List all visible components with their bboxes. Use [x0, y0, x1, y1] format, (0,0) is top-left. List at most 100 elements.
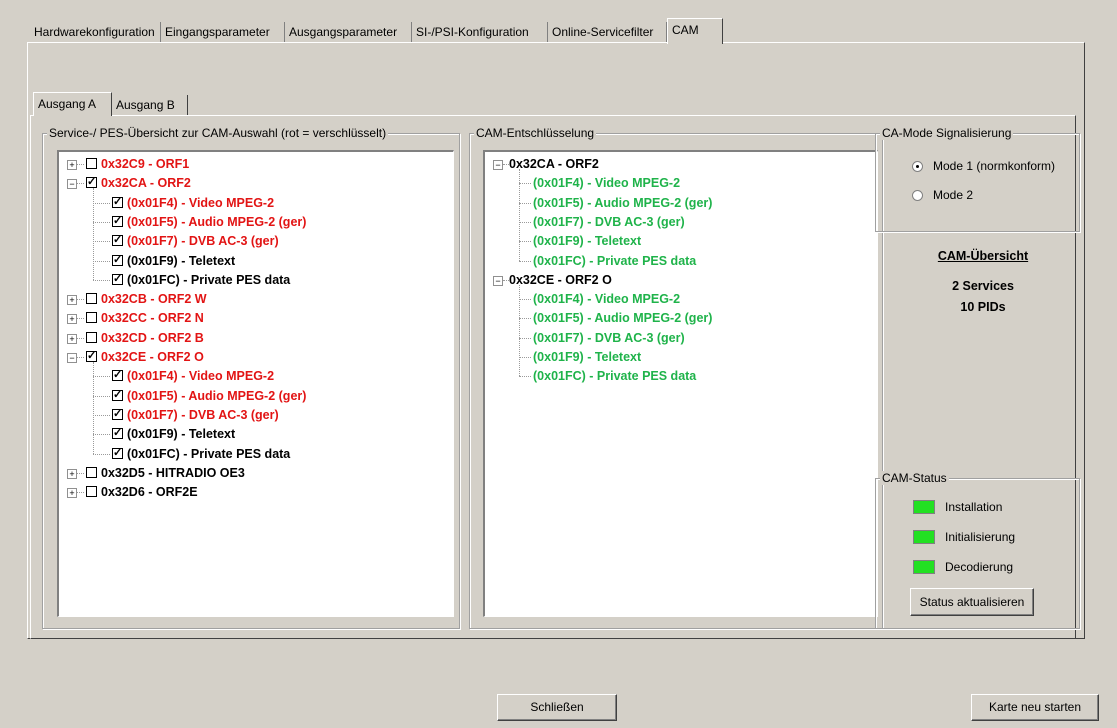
tree-connector — [77, 357, 84, 358]
tree-node-label: (0x01F5) - Audio MPEG-2 (ger) — [127, 388, 307, 403]
tree-pid-node[interactable]: (0x01F4) - Video MPEG-2 — [485, 174, 877, 193]
tree-pid-node[interactable]: ✓ (0x01F5) - Audio MPEG-2 (ger) — [59, 387, 453, 406]
tree-service-node[interactable]: +0x32D6 - ORF2E — [59, 483, 453, 502]
tree-service-node[interactable]: +0x32D5 - HITRADIO OE3 — [59, 464, 453, 483]
tree-connector — [93, 202, 110, 204]
tree-service-node[interactable]: −0x32CA - ORF2 — [485, 155, 877, 174]
tree-pid-node[interactable]: (0x01F5) - Audio MPEG-2 (ger) — [485, 309, 877, 328]
checkbox-checked[interactable]: ✓ — [112, 408, 123, 420]
tree-connector — [519, 318, 531, 320]
collapse-icon[interactable]: − — [67, 353, 77, 363]
expand-icon[interactable]: + — [67, 314, 77, 325]
expand-icon[interactable]: + — [67, 160, 77, 170]
close-button[interactable]: Schließen — [497, 694, 617, 721]
expand-icon[interactable]: + — [67, 333, 77, 344]
collapse-icon[interactable]: − — [493, 160, 503, 170]
collapse-icon[interactable]: − — [67, 179, 77, 190]
checkbox-checked[interactable]: ✓ — [112, 235, 123, 247]
restart-card-button[interactable]: Karte neu starten — [971, 694, 1099, 721]
checkbox-unchecked[interactable] — [86, 293, 97, 305]
tree-connector — [93, 241, 110, 243]
checkbox-checked[interactable]: ✓ — [112, 389, 123, 401]
checkbox-unchecked[interactable] — [86, 158, 97, 169]
checkbox-unchecked[interactable] — [86, 312, 97, 324]
expand-icon[interactable]: + — [67, 295, 77, 306]
tree-pid-node[interactable]: (0x01F7) - DVB AC-3 (ger) — [485, 329, 877, 348]
cam-decryption-title: CAM-Entschlüsselung — [474, 126, 597, 140]
status-refresh-button[interactable]: Status aktualisieren — [910, 588, 1034, 616]
checkbox-checked[interactable]: ✓ — [112, 370, 123, 382]
checkbox-checked[interactable]: ✓ — [112, 196, 123, 208]
ca-mode-group: CA-Mode Signalisierung — [875, 126, 1080, 232]
tree-node-label: (0x01F5) - Audio MPEG-2 (ger) — [127, 214, 307, 229]
tree-service-node[interactable]: +0x32C9 - ORF1 — [59, 155, 453, 174]
checkbox-checked[interactable]: ✓ — [86, 177, 97, 189]
checkbox-checked[interactable]: ✓ — [112, 215, 123, 227]
tree-connector — [519, 376, 531, 378]
radio-mode-2-button[interactable] — [912, 190, 923, 201]
tab-si-psi-konfiguration[interactable]: SI-/PSI-Konfiguration — [412, 22, 548, 42]
checkbox-checked[interactable]: ✓ — [112, 428, 123, 440]
tree-service-node[interactable]: − ✓ 0x32CA - ORF2 — [59, 174, 453, 193]
cam-tree[interactable]: −0x32CA - ORF2 (0x01F4) - Video MPEG-2 (0x… — [483, 150, 878, 617]
tree-pid-node[interactable]: ✓ (0x01FC) - Private PES data — [59, 445, 453, 464]
tree-pid-node[interactable]: (0x01F9) - Teletext — [485, 348, 877, 367]
tree-node-label: (0x01F4) - Video MPEG-2 — [533, 292, 681, 307]
tree-pid-node[interactable]: ✓ (0x01F4) - Video MPEG-2 — [59, 367, 453, 386]
tree-pid-node[interactable]: (0x01FC) - Private PES data — [485, 252, 877, 271]
checkbox-checked[interactable]: ✓ — [86, 351, 97, 362]
checkbox-checked[interactable]: ✓ — [112, 254, 123, 266]
tree-node-label: (0x01FC) - Private PES data — [533, 369, 697, 384]
tree-service-node[interactable]: −0x32CE - ORF2 O — [485, 271, 877, 290]
tab-cam[interactable]: CAM — [667, 18, 723, 44]
checkbox-unchecked[interactable] — [86, 486, 97, 498]
tree-node-label: 0x32CB - ORF2 W — [101, 292, 207, 307]
tree-connector — [93, 376, 110, 378]
tree-pid-node[interactable]: ✓ (0x01F9) - Teletext — [59, 425, 453, 444]
radio-mode-1-button[interactable] — [912, 161, 923, 172]
tree-node-label: (0x01F4) - Video MPEG-2 — [127, 369, 275, 384]
tab-ausgangsparameter[interactable]: Ausgangsparameter — [285, 22, 412, 42]
tree-pid-node[interactable]: (0x01FC) - Private PES data — [485, 367, 877, 386]
tree-service-node[interactable]: +0x32CD - ORF2 B — [59, 329, 453, 348]
tree-node-label: (0x01F5) - Audio MPEG-2 (ger) — [533, 195, 713, 210]
tab-hardwarekonfiguration[interactable]: Hardwarekonfiguration — [30, 22, 161, 42]
tree-connector — [519, 241, 531, 243]
tree-node-label: (0x01F9) - Teletext — [127, 253, 236, 268]
tree-node-label: (0x01F9) - Teletext — [127, 427, 236, 442]
tree-pid-node[interactable]: ✓ (0x01F5) - Audio MPEG-2 (ger) — [59, 213, 453, 232]
tree-pid-node[interactable]: ✓ (0x01FC) - Private PES data — [59, 271, 453, 290]
tree-connector — [519, 357, 531, 358]
tab-online-servicefilter[interactable]: Online-Servicefilter — [548, 22, 667, 42]
subtab-ausgang-a[interactable]: Ausgang A — [33, 92, 112, 116]
tree-connector — [93, 279, 110, 281]
tree-pid-node[interactable]: ✓ (0x01F4) - Video MPEG-2 — [59, 194, 453, 213]
tree-pid-node[interactable]: (0x01F7) - DVB AC-3 (ger) — [485, 213, 877, 232]
tree-connector — [93, 414, 110, 416]
tree-pid-node[interactable]: (0x01F9) - Teletext — [485, 232, 877, 251]
tree-pid-node[interactable]: (0x01F4) - Video MPEG-2 — [485, 290, 877, 309]
service-overview-title: Service-/ PES-Übersicht zur CAM-Auswahl … — [47, 126, 389, 140]
tree-pid-node[interactable]: ✓ (0x01F7) - DVB AC-3 (ger) — [59, 232, 453, 251]
tree-node-label: 0x32CA - ORF2 — [101, 176, 191, 191]
subtab-ausgang-b[interactable]: Ausgang B — [112, 95, 188, 115]
collapse-icon[interactable]: − — [493, 275, 503, 286]
expand-icon[interactable]: + — [67, 468, 77, 479]
cam-status-title: CAM-Status — [880, 471, 949, 485]
tree-pid-node[interactable]: (0x01F5) - Audio MPEG-2 (ger) — [485, 194, 877, 213]
checkbox-checked[interactable]: ✓ — [112, 273, 123, 285]
tree-node-label: (0x01F7) - DVB AC-3 (ger) — [533, 214, 685, 229]
checkbox-unchecked[interactable] — [86, 466, 97, 478]
expand-icon[interactable]: + — [67, 488, 77, 499]
tree-pid-node[interactable]: ✓ (0x01F9) - Teletext — [59, 252, 453, 271]
tree-service-node[interactable]: +0x32CC - ORF2 N — [59, 309, 453, 328]
tab-eingangsparameter[interactable]: Eingangsparameter — [161, 22, 285, 42]
radio-mode-1-label: Mode 1 (normkonform) — [933, 159, 1056, 173]
tree-service-node[interactable]: − ✓ 0x32CE - ORF2 O — [59, 348, 453, 367]
checkbox-unchecked[interactable] — [86, 331, 97, 343]
tree-connector — [519, 183, 531, 185]
tree-pid-node[interactable]: ✓ (0x01F7) - DVB AC-3 (ger) — [59, 406, 453, 425]
tree-service-node[interactable]: +0x32CB - ORF2 W — [59, 290, 453, 309]
service-tree[interactable]: +0x32C9 - ORF1− ✓ 0x32CA - ORF2 ✓ (0x01F4) -… — [57, 150, 454, 617]
checkbox-checked[interactable]: ✓ — [112, 447, 123, 459]
